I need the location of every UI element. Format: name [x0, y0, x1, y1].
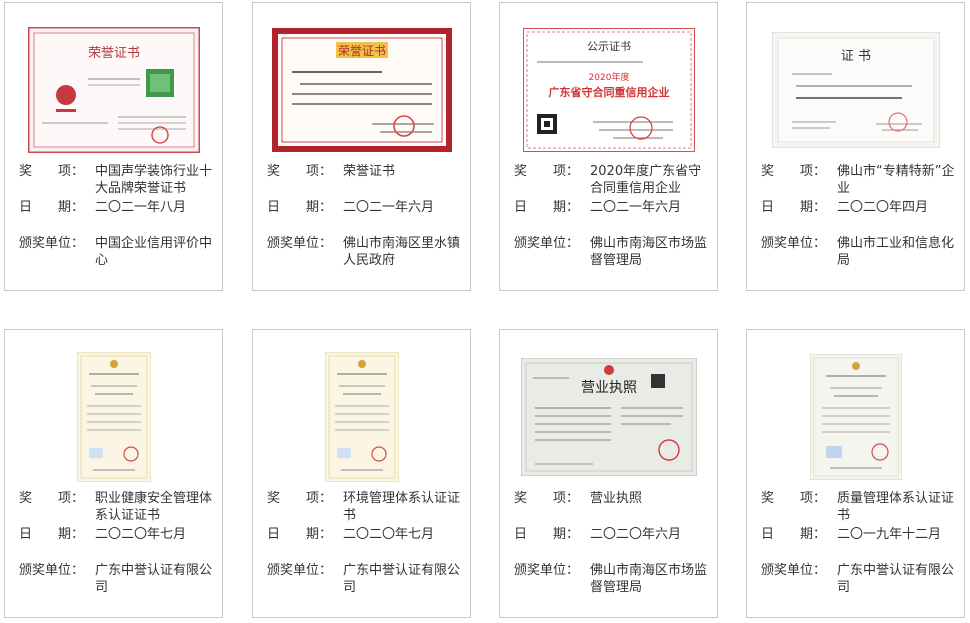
issuer-value: 佛山市工业和信息化局	[837, 236, 955, 268]
date-label: 日 期：	[514, 200, 580, 215]
award-label: 奖 项：	[19, 164, 85, 179]
certificate-image	[23, 352, 205, 482]
issuer-label: 颁奖单位：	[761, 236, 827, 251]
award-label: 奖 项：	[267, 164, 333, 179]
issuer-label: 颁奖单位：	[267, 236, 333, 251]
date-label: 日 期：	[514, 527, 580, 542]
certificate-card[interactable]: 荣誉证书 奖 项： 中国声学装饰行业十大品牌荣誉证书 日 期： 二〇二一年八月 颁奖…	[4, 2, 223, 291]
date-value: 二〇二一年六月	[343, 200, 435, 215]
award-label: 奖 项：	[514, 164, 580, 179]
certificate-image: 公示证书 2020年度 广东省守合同重信用企业	[518, 25, 700, 155]
issuer-label: 颁奖单位：	[19, 563, 85, 578]
issuer-label: 颁奖单位：	[19, 236, 85, 251]
certificate-heading: 荣誉证书	[338, 44, 386, 58]
award-value: 环境管理体系认证证书	[343, 491, 461, 523]
award-value: 营业执照	[590, 491, 643, 506]
date-label: 日 期：	[761, 527, 827, 542]
certificate-card[interactable]: 奖 项： 质量管理体系认证证书 日 期： 二〇一九年十二月 颁奖单位： 广东中誉认证有…	[746, 329, 965, 618]
certificate-headline: 广东省守合同重信用企业	[549, 85, 670, 99]
issuer-value: 佛山市南海区市场监督管理局	[590, 563, 708, 595]
issuer-value: 佛山市南海区里水镇人民政府	[343, 236, 461, 268]
certificate-image: 营业执照	[518, 352, 700, 482]
issuer-value: 广东中誉认证有限公司	[837, 563, 955, 595]
date-value: 二〇二〇年六月	[590, 527, 682, 542]
date-value: 二〇二〇年七月	[343, 527, 435, 542]
award-value: 荣誉证书	[343, 164, 396, 179]
date-value: 二〇二〇年七月	[95, 527, 187, 542]
award-label: 奖 项：	[19, 491, 85, 506]
issuer-value: 中国企业信用评价中心	[95, 236, 213, 268]
certificate-heading: 公示证书	[587, 40, 631, 53]
issuer-value: 广东中誉认证有限公司	[343, 563, 461, 595]
issuer-value: 佛山市南海区市场监督管理局	[590, 236, 708, 268]
certificate-image: 荣誉证书	[23, 25, 205, 155]
issuer-label: 颁奖单位：	[514, 563, 580, 578]
issuer-label: 颁奖单位：	[514, 236, 580, 251]
certificate-heading: 荣誉证书	[88, 46, 140, 61]
certificate-heading: 营业执照	[581, 380, 637, 396]
award-label: 奖 项：	[761, 164, 827, 179]
issuer-label: 颁奖单位：	[267, 563, 333, 578]
award-label: 奖 项：	[514, 491, 580, 506]
date-label: 日 期：	[19, 527, 85, 542]
certificate-card[interactable]: 营业执照 奖 项： 营业执照 日 期： 二〇二〇年六月 颁奖单位： 佛山市南海区市场监…	[499, 329, 718, 618]
issuer-label: 颁奖单位：	[761, 563, 827, 578]
certificate-image: 证 书	[765, 25, 947, 155]
date-label: 日 期：	[267, 527, 333, 542]
date-label: 日 期：	[267, 200, 333, 215]
issuer-value: 广东中誉认证有限公司	[95, 563, 213, 595]
certificate-card[interactable]: 证 书 奖 项： 佛山市“专精特新”企业 日 期： 二〇二〇年四月 颁奖单位： 佛山市…	[746, 2, 965, 291]
certificate-card[interactable]: 奖 项： 职业健康安全管理体系认证证书 日 期： 二〇二〇年七月 颁奖单位： 广东中誉…	[4, 329, 223, 618]
date-value: 二〇二〇年四月	[837, 200, 929, 215]
date-value: 二〇二一年六月	[590, 200, 682, 215]
date-value: 二〇二一年八月	[95, 200, 187, 215]
date-label: 日 期：	[761, 200, 827, 215]
award-label: 奖 项：	[267, 491, 333, 506]
award-value: 2020年度广东省守合同重信用企业	[590, 164, 702, 196]
certificate-image	[271, 352, 453, 482]
certificate-heading: 证 书	[841, 49, 871, 64]
date-label: 日 期：	[19, 200, 85, 215]
award-value: 中国声学装饰行业十大品牌荣誉证书	[95, 164, 213, 196]
date-value: 二〇一九年十二月	[837, 527, 942, 542]
certificate-image: 荣誉证书	[271, 25, 453, 155]
certificate-card[interactable]: 奖 项： 环境管理体系认证证书 日 期： 二〇二〇年七月 颁奖单位： 广东中誉认证有限…	[252, 329, 471, 618]
certificate-card[interactable]: 荣誉证书 奖 项： 荣誉证书 日 期： 二〇二一年六月 颁奖单位： 佛山市南海区里水镇…	[252, 2, 471, 291]
award-value: 佛山市“专精特新”企业	[837, 164, 955, 196]
certificate-subtitle: 2020年度	[589, 71, 630, 83]
award-value: 职业健康安全管理体系认证证书	[95, 491, 213, 523]
award-label: 奖 项：	[761, 491, 827, 506]
award-value: 质量管理体系认证证书	[837, 491, 955, 523]
certificate-image	[765, 352, 947, 482]
certificate-card[interactable]: 公示证书 2020年度 广东省守合同重信用企业 奖 项： 2020年度广东省守合同…	[499, 2, 718, 291]
